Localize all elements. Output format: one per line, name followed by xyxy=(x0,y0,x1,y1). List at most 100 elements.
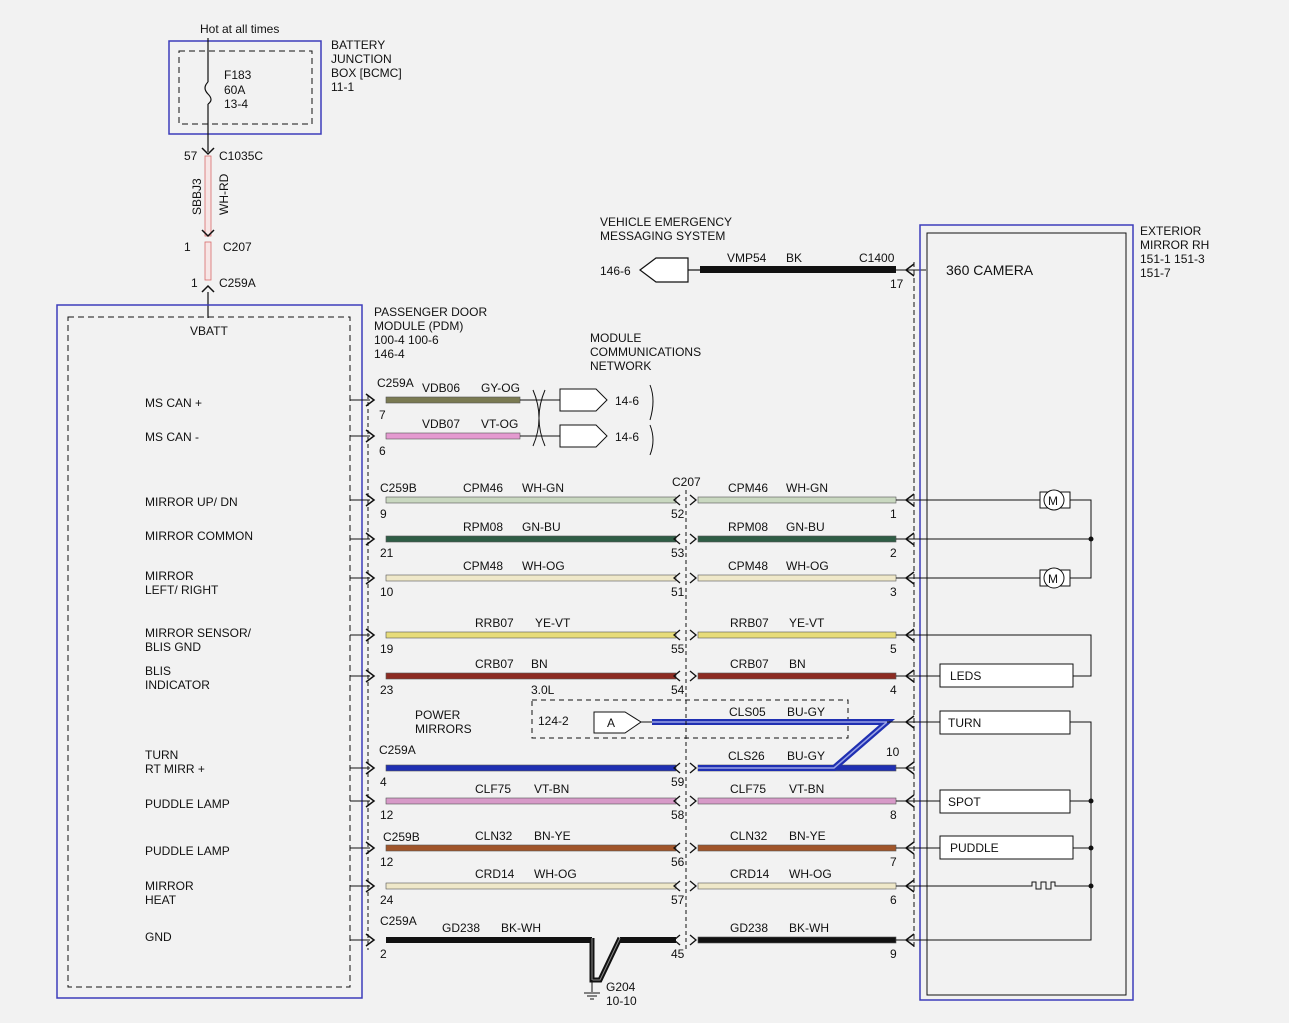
pin-mid: 52 xyxy=(671,507,685,521)
feed-pin-mid: 1 xyxy=(184,240,191,254)
pdm-signal-label: MIRROR UP/ DN xyxy=(145,495,238,509)
pdm-signal-label: MIRROR SENSOR/ xyxy=(145,626,252,640)
pin-right: 6 xyxy=(890,893,897,907)
wire xyxy=(697,535,897,543)
wire-color-right: BN xyxy=(789,657,806,671)
wire-color-right: BN-YE xyxy=(789,829,826,843)
pin-right: 1 xyxy=(890,507,897,521)
wire-circuit-right: CLN32 xyxy=(730,829,768,843)
vems-section: VEHICLE EMERGENCY MESSAGING SYSTEM 146-6… xyxy=(600,215,926,291)
wire-color-right: WH-OG xyxy=(789,867,832,881)
pdm-signal-label: RT MIRR + xyxy=(145,762,205,776)
exterior-mirror: EXTERIOR MIRROR RH 151-1 151-3 151-7 360… xyxy=(913,224,1209,1001)
wire-color-left: WH-GN xyxy=(522,481,564,495)
wire-color-right: WH-OG xyxy=(786,559,829,573)
spot-label: SPOT xyxy=(948,795,981,809)
wire xyxy=(697,797,897,805)
pdm-signal-label: MIRROR xyxy=(145,879,194,893)
heater-icon xyxy=(914,881,1091,890)
wire-circuit-right: RPM08 xyxy=(728,520,768,534)
pin-mid: 53 xyxy=(671,546,685,560)
fuse-ref: 13-4 xyxy=(224,97,248,111)
vems-title-1: VEHICLE EMERGENCY xyxy=(600,215,732,229)
power-mirrors-section: POWER MIRRORS 124-2 A CLS05 BU-GY xyxy=(415,699,915,771)
fuse-icon xyxy=(204,81,212,105)
wire-circuit-left: RPM08 xyxy=(463,520,503,534)
battery-box-title-1: BATTERY xyxy=(331,38,385,52)
mcn-color: VT-OG xyxy=(481,417,518,431)
wire xyxy=(385,432,521,440)
mcn-title-1: MODULE xyxy=(590,331,641,345)
pin-right: 8 xyxy=(890,808,897,822)
wire-row: CPM48 WH-OG CPM48 WH-OG 10 51 3 xyxy=(350,559,915,599)
power-mirrors-ref: 124-2 xyxy=(538,714,569,728)
wire-circuit-left: RRB07 xyxy=(475,616,514,630)
mirror-title-2: MIRROR RH xyxy=(1140,238,1209,252)
wire xyxy=(697,672,897,680)
wire-circuit-left: CPM46 xyxy=(463,481,503,495)
pdm-title-2: MODULE (PDM) xyxy=(374,319,463,333)
network-connector-icon xyxy=(559,388,608,412)
pin-right: 7 xyxy=(890,855,897,869)
ground-section: G204 10-10 xyxy=(584,936,637,1008)
vems-ref: 146-6 xyxy=(600,264,631,278)
wire-circuit-right: CLF75 xyxy=(730,782,766,796)
wire xyxy=(697,496,897,504)
connector-c259a-gnd: C259A xyxy=(380,914,417,928)
wire xyxy=(385,672,677,680)
vems-connector-icon xyxy=(639,257,689,283)
pdm-title-4: 146-4 xyxy=(374,347,405,361)
wire-circuit-right: CPM46 xyxy=(728,481,768,495)
mcn-ref: 14-6 xyxy=(615,430,639,444)
wire-color-left: GN-BU xyxy=(522,520,561,534)
feed-connector-mid: C207 xyxy=(223,240,252,254)
pdm-signal-label: PUDDLE LAMP xyxy=(145,797,230,811)
pin-right: 4 xyxy=(890,683,897,697)
mcn-title-3: NETWORK xyxy=(590,359,651,373)
wire-circuit-right: CPM48 xyxy=(728,559,768,573)
pin-mid: 55 xyxy=(671,642,685,656)
pin-left: 4 xyxy=(380,775,387,789)
wire-row: RPM08 GN-BU RPM08 GN-BU 21 53 2 xyxy=(350,520,915,560)
wire-note: 3.0L xyxy=(531,683,555,697)
connector-a-label: A xyxy=(607,716,615,730)
wire xyxy=(697,844,897,852)
pin-mid: 54 xyxy=(671,683,685,697)
wire-circuit-left: CRD14 xyxy=(475,867,515,881)
pdm-title-3: 100-4 100-6 xyxy=(374,333,439,347)
pdm-signal-label: INDICATOR xyxy=(145,678,210,692)
pin-left: 24 xyxy=(380,893,394,907)
wire-circuit-left: GD238 xyxy=(442,921,480,935)
mcn-circuit: VDB07 xyxy=(422,417,460,431)
fuse-id: F183 xyxy=(224,68,252,82)
pin-left: 19 xyxy=(380,642,394,656)
battery-box-title-3: BOX [BCMC] xyxy=(331,66,402,80)
pin-right: 10 xyxy=(886,745,900,759)
pin-left: 9 xyxy=(380,507,387,521)
wire-color-left: BN xyxy=(531,657,548,671)
mcn-color: GY-OG xyxy=(481,381,520,395)
wire-row: CRD14 WH-OG CRD14 WH-OG 24 57 6 xyxy=(350,867,915,907)
wire xyxy=(385,574,677,582)
wire-color-right: WH-GN xyxy=(786,481,828,495)
battery-box-title-2: JUNCTION xyxy=(331,52,392,66)
mcn-connector: C259A xyxy=(377,376,414,390)
pin-mid: 56 xyxy=(671,855,685,869)
pin-mid: 51 xyxy=(671,585,685,599)
wire xyxy=(385,844,677,852)
puddle-label: PUDDLE xyxy=(950,841,999,855)
pdm-signal-label: BLIS GND xyxy=(145,640,201,654)
pdm-signal-label: LEFT/ RIGHT xyxy=(145,583,219,597)
wire xyxy=(385,535,677,543)
pdm-title-1: PASSENGER DOOR xyxy=(374,305,487,319)
wire-circuit-right: CLS26 xyxy=(728,749,765,763)
wire-row: CLN32 BN-YE CLN32 BN-YE 12 56 7 xyxy=(350,829,915,869)
hot-at-all-times-label: Hot at all times xyxy=(200,22,279,36)
ground-ref: 10-10 xyxy=(606,994,637,1008)
connector-c259a-turn: C259A xyxy=(379,743,416,757)
wire-row: CRB07 BN CRB07 BN 23 54 4 3.0L xyxy=(350,657,915,697)
wire xyxy=(697,574,897,582)
pin-mid: 59 xyxy=(671,775,685,789)
power-mirrors-circuit: CLS05 xyxy=(729,705,766,719)
connector-a-icon xyxy=(593,711,642,734)
